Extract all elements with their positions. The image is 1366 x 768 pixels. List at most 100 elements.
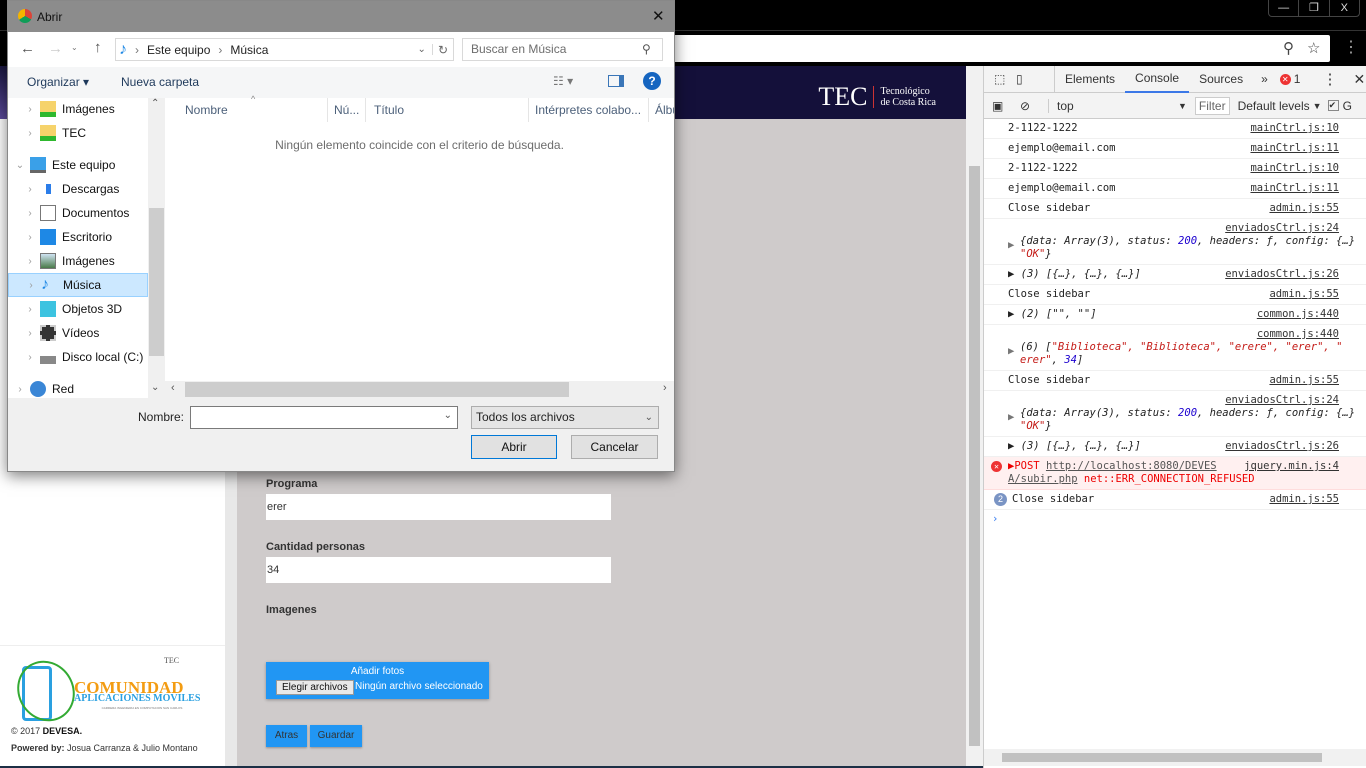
tab-elements[interactable]: Elements <box>1054 66 1125 92</box>
source-link[interactable]: enviadosCtrl.js:26 <box>1225 268 1339 281</box>
console-row-array[interactable]: ▶ (6) ["Biblioteca", "Biblioteca", "erere… <box>984 325 1366 371</box>
tree-item[interactable]: › Vídeos <box>8 321 148 345</box>
close-window-button[interactable]: X <box>1330 0 1359 16</box>
expand-chevron-icon[interactable]: › <box>20 128 40 139</box>
source-link[interactable]: enviadosCtrl.js:26 <box>1225 440 1339 453</box>
open-button[interactable]: Abrir <box>471 435 557 459</box>
path-dropdown-icon[interactable]: ⌄ <box>412 44 433 55</box>
filename-input[interactable]: ⌄ <box>190 406 458 429</box>
programa-input[interactable]: erer <box>266 494 611 520</box>
device-toolbar-icon[interactable]: ▯ <box>1016 72 1046 86</box>
expand-chevron-icon[interactable]: › <box>20 352 40 363</box>
console-row-array[interactable]: ▶ (2) ["", ""] common.js:440 <box>984 305 1366 325</box>
column-numero[interactable]: Nú... <box>328 98 366 122</box>
error-icon[interactable]: ✕ <box>1279 73 1291 85</box>
error-count[interactable]: 1 <box>1294 72 1301 86</box>
search-input[interactable]: Buscar en Música <box>462 38 663 61</box>
column-album[interactable]: Álbum <box>649 98 674 122</box>
source-link[interactable]: jquery.min.js:4 <box>1244 460 1339 473</box>
tree-item[interactable]: › TEC <box>8 121 148 145</box>
expand-chevron-icon[interactable]: › <box>21 280 41 291</box>
source-link[interactable]: mainCtrl.js:10 <box>1250 122 1339 135</box>
tab-console[interactable]: Console <box>1125 65 1190 93</box>
tree-item[interactable]: › Escritorio <box>8 225 148 249</box>
recent-dropdown-icon[interactable]: ⌄ <box>71 43 78 52</box>
new-folder-button[interactable]: Nueva carpeta <box>121 75 199 89</box>
cantidad-input[interactable]: 34 <box>266 557 611 583</box>
tree-scrollbar[interactable]: ⌃ ⌄ <box>148 98 165 398</box>
column-interpretes[interactable]: Intérpretes colabo... <box>529 98 649 122</box>
help-icon[interactable]: ? <box>643 72 661 90</box>
back-button[interactable]: Atras <box>266 725 307 747</box>
restore-button[interactable]: ❐ <box>1299 0 1330 16</box>
breadcrumb-este-equipo[interactable]: Este equipo <box>147 43 210 57</box>
source-link[interactable]: enviadosCtrl.js:24 <box>1225 394 1339 407</box>
source-link[interactable]: mainCtrl.js:10 <box>1250 162 1339 175</box>
console-row-object[interactable]: ▶ {data: Array(3), status: 200, headers: … <box>984 391 1366 437</box>
inspect-element-icon[interactable]: ⬚ <box>994 72 1016 86</box>
context-dropdown-icon[interactable]: ▼ <box>1178 101 1187 111</box>
expand-chevron-icon[interactable]: › <box>20 328 40 339</box>
group-checkbox[interactable]: ✔ <box>1327 100 1339 111</box>
back-arrow-icon[interactable]: ← <box>20 40 35 57</box>
devtools-close-icon[interactable]: ✕ <box>1353 71 1365 88</box>
page-scrollbar[interactable] <box>966 66 983 766</box>
bookmark-star-icon[interactable]: ☆ <box>1307 39 1320 57</box>
search-icon[interactable]: ⚲ <box>642 42 651 56</box>
expand-chevron-icon[interactable]: › <box>20 104 40 115</box>
zoom-icon[interactable]: ⚲ <box>1283 39 1294 57</box>
chrome-menu-icon[interactable]: ⋮ <box>1343 37 1359 57</box>
expand-chevron-icon[interactable]: › <box>20 256 40 267</box>
source-link[interactable]: admin.js:55 <box>1269 202 1339 215</box>
context-select[interactable]: top <box>1048 98 1178 113</box>
breadcrumb-musica[interactable]: Música <box>230 43 268 57</box>
console-row-object[interactable]: ▶ {data: Array(3), status: 200, headers: … <box>984 219 1366 265</box>
column-nombre[interactable]: Nombre <box>165 98 328 122</box>
tab-sources[interactable]: Sources <box>1189 66 1253 92</box>
source-link[interactable]: admin.js:55 <box>1269 288 1339 301</box>
expand-chevron-icon[interactable]: › <box>20 304 40 315</box>
source-link[interactable]: admin.js:55 <box>1269 374 1339 387</box>
source-link[interactable]: mainCtrl.js:11 <box>1250 142 1339 155</box>
column-titulo[interactable]: Título <box>366 98 529 122</box>
filter-input[interactable]: Filter <box>1194 96 1230 115</box>
tree-item[interactable]: › Objetos 3D <box>8 297 148 321</box>
preview-pane-icon[interactable] <box>608 75 624 87</box>
up-arrow-icon[interactable]: ↑ <box>94 39 102 56</box>
choose-files-button[interactable]: Elegir archivos <box>276 680 354 695</box>
refresh-icon[interactable]: ↻ <box>433 43 453 57</box>
console-hscrollbar[interactable] <box>984 749 1366 766</box>
collapse-chevron-icon[interactable]: ⌄ <box>10 160 30 171</box>
source-link[interactable]: common.js:440 <box>1256 328 1339 341</box>
expand-chevron-icon[interactable]: › <box>20 184 40 195</box>
dialog-close-button[interactable]: ✕ <box>652 7 665 25</box>
tree-item[interactable]: ⌄ Este equipo <box>8 153 148 177</box>
source-link[interactable]: common.js:440 <box>1256 308 1339 321</box>
file-list-hscrollbar[interactable]: ‹ › <box>165 381 674 398</box>
levels-select[interactable]: Default levels <box>1238 99 1310 113</box>
address-bar[interactable]: ⚲ ☆ <box>600 35 1330 62</box>
error-url[interactable]: http://localhost:8080/DEVES <box>1046 460 1217 472</box>
tree-item[interactable]: › Imágenes <box>8 249 148 273</box>
clear-console-icon[interactable]: ⊘ <box>1020 99 1040 113</box>
sidebar-toggle-icon[interactable]: ▣ <box>992 99 1020 113</box>
organize-button[interactable]: Organizar ▾ <box>27 75 89 89</box>
tree-item[interactable]: › Red <box>8 377 148 401</box>
view-options-icon[interactable]: ☷ ▾ <box>553 74 573 88</box>
tree-item[interactable]: › Disco local (C:) <box>8 345 148 369</box>
expand-chevron-icon[interactable]: › <box>10 384 30 395</box>
expand-chevron-icon[interactable]: › <box>20 208 40 219</box>
devtools-menu-icon[interactable]: ⋮ <box>1322 70 1337 88</box>
console-prompt[interactable]: › <box>984 510 1366 529</box>
more-tabs-button[interactable]: » <box>1253 72 1276 86</box>
forward-arrow-icon[interactable]: → <box>48 40 63 57</box>
source-link[interactable]: admin.js:55 <box>1269 493 1339 506</box>
expand-chevron-icon[interactable]: › <box>20 232 40 243</box>
cancel-button[interactable]: Cancelar <box>571 435 658 459</box>
filetype-select[interactable]: Todos los archivos ⌄ <box>471 406 659 429</box>
breadcrumb[interactable]: ♪ › Este equipo › Música ⌄ ↻ <box>115 38 454 61</box>
minimize-button[interactable]: — <box>1269 0 1300 16</box>
console-row-array[interactable]: ▶ (3) [{…}, {…}, {…}] enviadosCtrl.js:26 <box>984 265 1366 285</box>
source-link[interactable]: mainCtrl.js:11 <box>1250 182 1339 195</box>
tree-item[interactable]: › Documentos <box>8 201 148 225</box>
